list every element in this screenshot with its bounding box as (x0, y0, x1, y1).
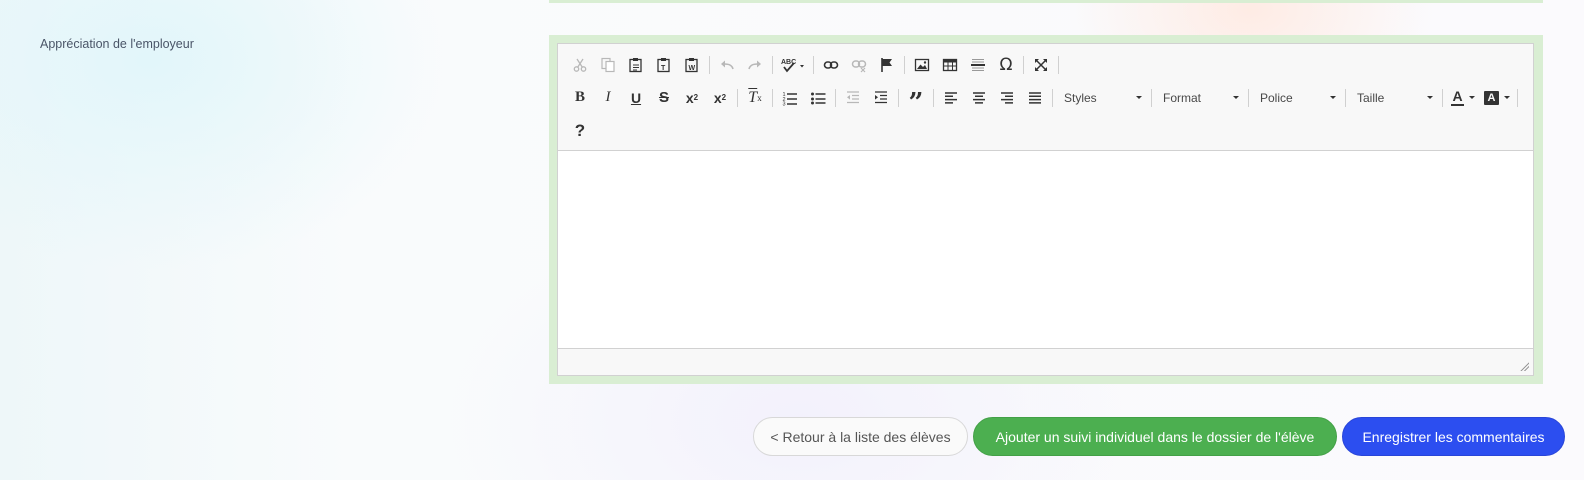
chevron-down-icon (1504, 96, 1510, 99)
indent-icon[interactable] (867, 85, 895, 111)
text-color-icon: A (1452, 88, 1463, 104)
toolbar-separator (1052, 88, 1053, 107)
toolbar-separator (772, 88, 773, 107)
toolbar-separator (835, 88, 836, 107)
help-icon[interactable]: ? (566, 118, 594, 144)
previous-field-frame (549, 0, 1543, 3)
maximize-icon[interactable] (1027, 52, 1055, 78)
numbered-list-icon[interactable]: 123 (776, 85, 804, 111)
editor-frame: T W ABC Ω B I U S x 2 x 2 T x 1 2 3 ” St… (549, 35, 1543, 384)
toolbar-separator (1248, 88, 1249, 107)
align-center-icon[interactable] (965, 85, 993, 111)
redo-icon[interactable] (741, 52, 769, 78)
toolbar-row-2: B I U S x2 x2 Tx 123 ” Styles Format Pol… (566, 81, 1527, 118)
rich-text-editor: T W ABC Ω B I U S x 2 x 2 T x 1 2 3 ” St… (557, 43, 1534, 376)
image-icon[interactable] (908, 52, 936, 78)
paste-icon[interactable] (622, 52, 650, 78)
save-comments-button[interactable]: Enregistrer les commentaires (1342, 417, 1565, 456)
size-dropdown-label: Taille (1357, 90, 1385, 105)
toolbar-separator (737, 88, 738, 107)
toolbar-separator (1517, 88, 1518, 107)
add-followup-button[interactable]: Ajouter un suivi individuel dans le doss… (973, 417, 1337, 456)
editor-content-area[interactable] (558, 151, 1533, 348)
toolbar-separator (898, 88, 899, 107)
toolbar-row-1: T W ABC Ω (566, 48, 1527, 81)
bulleted-list-icon[interactable] (804, 85, 832, 111)
table-icon[interactable] (936, 52, 964, 78)
editor-toolbar: T W ABC Ω B I U S x 2 x 2 T x 1 2 3 ” St… (558, 44, 1533, 151)
paste-text-icon[interactable]: T (650, 52, 678, 78)
toolbar-separator (772, 55, 773, 74)
subscript-button[interactable]: x2 (678, 85, 706, 111)
superscript-button[interactable]: x2 (706, 85, 734, 111)
font-dropdown[interactable]: Police (1252, 85, 1342, 111)
toolbar-separator (904, 55, 905, 74)
toolbar-separator (813, 55, 814, 74)
italic-button[interactable]: I (594, 85, 622, 111)
chevron-down-icon (1233, 96, 1239, 99)
special-char-icon[interactable]: Ω (992, 52, 1020, 78)
unlink-icon[interactable] (845, 52, 873, 78)
chevron-down-icon (1136, 96, 1142, 99)
align-right-icon[interactable] (993, 85, 1021, 111)
editor-statusbar (558, 348, 1533, 375)
field-label: Appréciation de l'employeur (40, 37, 194, 51)
toolbar-separator (1442, 88, 1443, 107)
toolbar-separator (1151, 88, 1152, 107)
format-dropdown-label: Format (1163, 90, 1202, 105)
spellcheck-icon[interactable]: ABC (776, 52, 810, 78)
toolbar-row-3: ? (566, 114, 1527, 147)
strikethrough-button[interactable]: S (650, 85, 678, 111)
toolbar-separator (933, 88, 934, 107)
background-color-button[interactable]: A (1480, 85, 1514, 111)
svg-text:3: 3 (783, 101, 786, 106)
svg-text:ABC: ABC (781, 59, 796, 66)
link-icon[interactable] (817, 52, 845, 78)
justify-icon[interactable] (1021, 85, 1049, 111)
anchor-flag-icon[interactable] (873, 52, 901, 78)
text-color-button[interactable]: A (1446, 85, 1480, 111)
chevron-down-icon (1330, 96, 1336, 99)
blockquote-icon[interactable]: ” (902, 85, 930, 118)
toolbar-separator (1058, 55, 1059, 74)
toolbar-separator (1345, 88, 1346, 107)
chevron-down-icon (1469, 96, 1475, 99)
chevron-down-icon (1427, 96, 1433, 99)
horizontal-line-icon[interactable] (964, 52, 992, 78)
bold-button[interactable]: B (566, 85, 594, 111)
back-to-list-button[interactable]: < Retour à la liste des élèves (753, 417, 968, 456)
paste-word-icon[interactable]: W (678, 52, 706, 78)
resize-handle-icon[interactable] (1520, 362, 1529, 371)
underline-button[interactable]: U (622, 85, 650, 111)
styles-dropdown[interactable]: Styles (1056, 85, 1148, 111)
background-color-icon: A (1484, 90, 1499, 105)
svg-text:W: W (689, 65, 696, 72)
copy-icon[interactable] (594, 52, 622, 78)
remove-format-button[interactable]: Tx (741, 85, 769, 111)
size-dropdown[interactable]: Taille (1349, 85, 1439, 111)
outdent-icon[interactable] (839, 85, 867, 111)
align-left-icon[interactable] (937, 85, 965, 111)
svg-text:T: T (661, 65, 666, 72)
styles-dropdown-label: Styles (1064, 90, 1097, 105)
undo-icon[interactable] (713, 52, 741, 78)
format-dropdown[interactable]: Format (1155, 85, 1245, 111)
cut-icon[interactable] (566, 52, 594, 78)
toolbar-separator (709, 55, 710, 74)
font-dropdown-label: Police (1260, 90, 1293, 105)
toolbar-separator (1023, 55, 1024, 74)
